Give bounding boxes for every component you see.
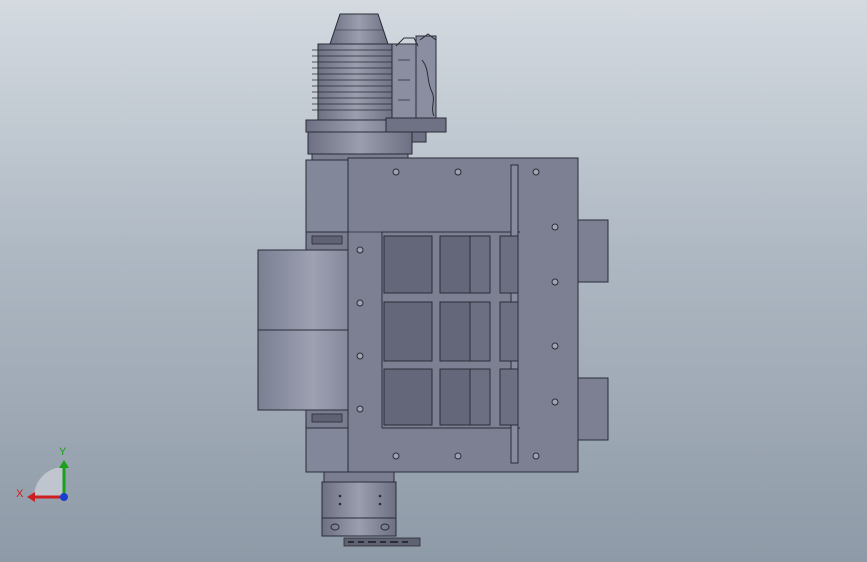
triad-y-label: Y [59, 446, 67, 458]
cable-connector-bracket [385, 33, 447, 143]
3d-model-viewport[interactable]: Y X [0, 0, 867, 562]
right-mounting-tabs [577, 219, 609, 441]
bottom-nozzle-cylinder [321, 471, 421, 547]
z-axis-point [60, 493, 68, 501]
cad-model-drawing: Y X [16, 13, 609, 547]
coordinate-triad: Y X [16, 446, 69, 502]
triad-x-label: X [16, 488, 24, 500]
side-cylinder [257, 249, 351, 411]
top-cone-connector [329, 13, 389, 45]
